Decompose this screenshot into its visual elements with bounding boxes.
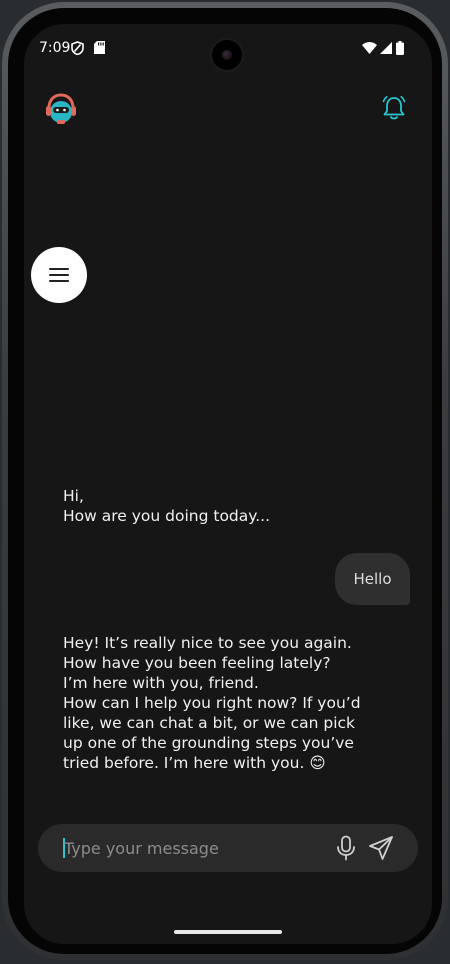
- user-message-text: Hello: [353, 570, 392, 588]
- message-composer: [38, 824, 418, 872]
- robot-headphones-avatar-icon[interactable]: [44, 92, 78, 126]
- user-message-bubble: Hello: [335, 553, 410, 605]
- home-indicator[interactable]: [174, 930, 282, 934]
- battery-icon: [396, 41, 404, 55]
- status-time: 7:09: [39, 40, 71, 56]
- phone-frame: 7:09 Hi, How are you doing today... Hell…: [2, 2, 448, 960]
- cellular-signal-icon: [380, 42, 392, 54]
- status-bar: 7:09: [24, 24, 432, 74]
- hamburger-menu-icon: [49, 268, 69, 282]
- message-input[interactable]: [64, 837, 324, 859]
- bell-icon[interactable]: [380, 94, 408, 122]
- bot-message: Hey! It’s really nice to see you again. …: [63, 634, 361, 772]
- wifi-icon: [362, 42, 377, 54]
- microphone-icon[interactable]: [334, 835, 358, 861]
- send-icon[interactable]: [367, 834, 395, 862]
- app-screen: 7:09 Hi, How are you doing today... Hell…: [24, 24, 432, 944]
- sd-card-icon: [94, 41, 105, 54]
- bot-message: Hi, How are you doing today...: [63, 487, 271, 525]
- privacy-shield-icon: [71, 41, 84, 55]
- menu-button[interactable]: [31, 247, 87, 303]
- front-camera: [212, 40, 242, 70]
